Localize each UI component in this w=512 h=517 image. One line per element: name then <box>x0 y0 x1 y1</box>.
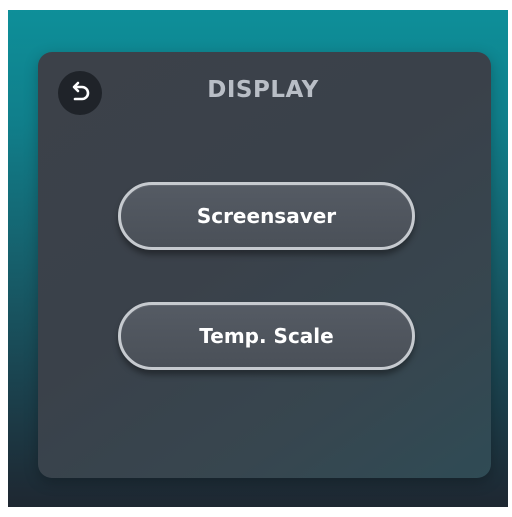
back-button[interactable] <box>58 71 102 115</box>
temp-scale-button-label: Temp. Scale <box>199 324 334 348</box>
back-arrow-icon <box>72 81 90 101</box>
screensaver-button-label: Screensaver <box>196 204 337 228</box>
display-settings-panel: DISPLAY Screensaver Temp. Scale <box>38 52 491 478</box>
device-screen: DISPLAY Screensaver Temp. Scale <box>8 10 508 507</box>
temp-scale-button[interactable]: Temp. Scale <box>118 302 415 370</box>
screensaver-button[interactable]: Screensaver <box>118 182 415 250</box>
page-title: DISPLAY <box>207 77 319 103</box>
